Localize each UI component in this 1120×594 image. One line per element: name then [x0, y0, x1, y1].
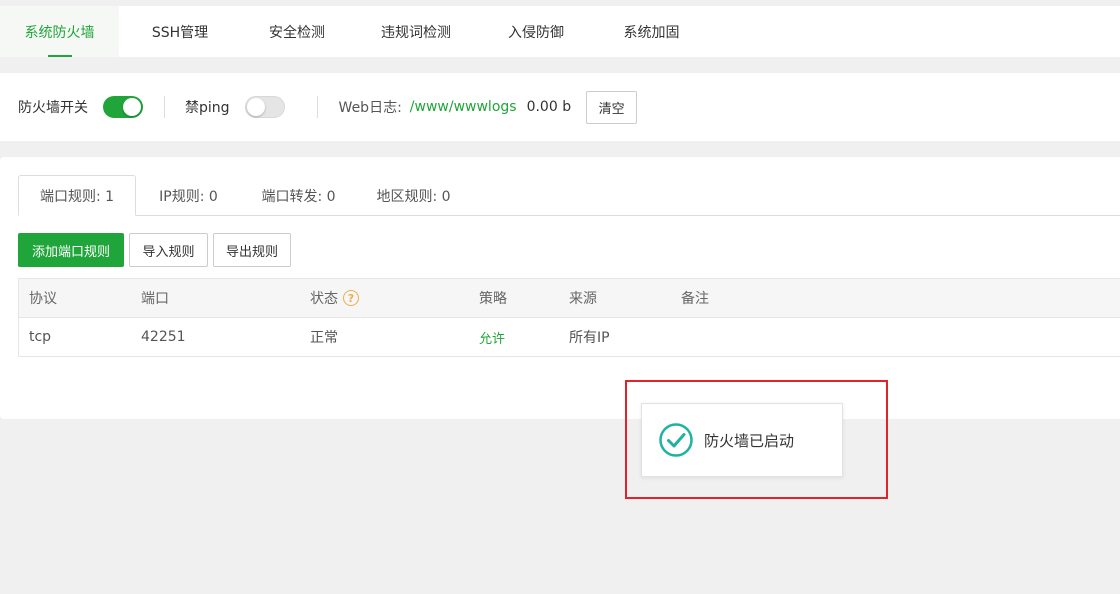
- ping-block-label: 禁ping: [185, 100, 230, 116]
- control-bar: 防火墙开关 禁ping Web日志: /www/wwwlogs 0.00 b 清…: [0, 73, 1120, 141]
- tab-label: 端口规则: 1: [39, 188, 115, 205]
- header-note: 备注: [681, 291, 709, 307]
- rule-tabs: 端口规则: 1 IP规则: 0 端口转发: 0 地区规则: 0: [18, 175, 1120, 216]
- tab-label: 违规词检测: [381, 24, 451, 41]
- tab-port-forwarding[interactable]: 端口转发: 0: [241, 175, 356, 216]
- divider: [316, 96, 318, 118]
- tab-label: SSH管理: [151, 24, 209, 41]
- highlight-box: [625, 380, 888, 499]
- cell-status: 正常: [310, 330, 338, 346]
- top-nav: 系统防火墙 SSH管理 安全检测 违规词检测 入侵防御 系统加固: [0, 6, 1120, 57]
- tab-label: 系统防火墙: [24, 24, 95, 41]
- header-status-label: 状态: [310, 291, 338, 307]
- tab-label: 地区规则: 0: [376, 188, 451, 205]
- ping-toggle[interactable]: [244, 96, 285, 118]
- tab-system-firewall[interactable]: 系统防火墙: [0, 6, 119, 57]
- tab-system-hardening[interactable]: 系统加固: [593, 6, 710, 57]
- weblog-path-link[interactable]: /www/wwwlogs: [410, 99, 517, 115]
- add-port-rule-button[interactable]: 添加端口规则: [18, 233, 124, 267]
- tab-label: 安全检测: [269, 24, 325, 41]
- weblog-label: Web日志:: [338, 100, 402, 116]
- tab-port-rules[interactable]: 端口规则: 1: [18, 175, 136, 216]
- port-rules-table: 协议 端口 状态 ? 策略 来源 备注 tcp 42251 正常 允许 所有IP: [18, 278, 1120, 357]
- tab-label: 端口转发: 0: [261, 188, 336, 205]
- cell-source: 所有IP: [569, 330, 610, 346]
- firewall-switch-label: 防火墙开关: [18, 100, 88, 116]
- import-rules-button[interactable]: 导入规则: [129, 233, 208, 267]
- toggle-knob: [246, 98, 265, 116]
- firewall-toggle[interactable]: [103, 96, 143, 118]
- weblog-size: 0.00 b: [526, 99, 572, 115]
- export-rules-button[interactable]: 导出规则: [213, 233, 291, 267]
- table-header: 协议 端口 状态 ? 策略 来源 备注: [19, 279, 1120, 317]
- tab-region-rules[interactable]: 地区规则: 0: [356, 175, 471, 216]
- tab-keyword-detection[interactable]: 违规词检测: [353, 6, 479, 57]
- toggle-knob: [123, 98, 141, 116]
- header-port: 端口: [141, 291, 169, 307]
- rules-panel: 端口规则: 1 IP规则: 0 端口转发: 0 地区规则: 0 添加端口规则 导…: [0, 157, 1120, 419]
- tab-ip-rules[interactable]: IP规则: 0: [136, 175, 241, 216]
- rule-actions: 添加端口规则 导入规则 导出规则: [18, 233, 291, 267]
- clear-logs-button[interactable]: 清空: [586, 90, 638, 124]
- cell-port: 42251: [141, 329, 186, 345]
- header-protocol: 协议: [29, 291, 57, 307]
- table-row: tcp 42251 正常 允许 所有IP: [19, 317, 1120, 356]
- tab-label: 入侵防御: [508, 24, 564, 41]
- divider: [164, 96, 165, 118]
- tab-label: IP规则: 0: [159, 188, 218, 205]
- header-source: 来源: [569, 291, 597, 307]
- help-icon[interactable]: ?: [343, 290, 359, 306]
- tab-intrusion-prevention[interactable]: 入侵防御: [479, 6, 593, 57]
- cell-policy-allow[interactable]: 允许: [479, 318, 505, 356]
- header-policy: 策略: [479, 291, 507, 307]
- header-status: 状态 ?: [310, 279, 359, 317]
- tab-ssh-management[interactable]: SSH管理: [119, 6, 241, 57]
- tab-label: 系统加固: [623, 24, 680, 41]
- cell-protocol: tcp: [29, 329, 52, 345]
- tab-security-check[interactable]: 安全检测: [241, 6, 353, 57]
